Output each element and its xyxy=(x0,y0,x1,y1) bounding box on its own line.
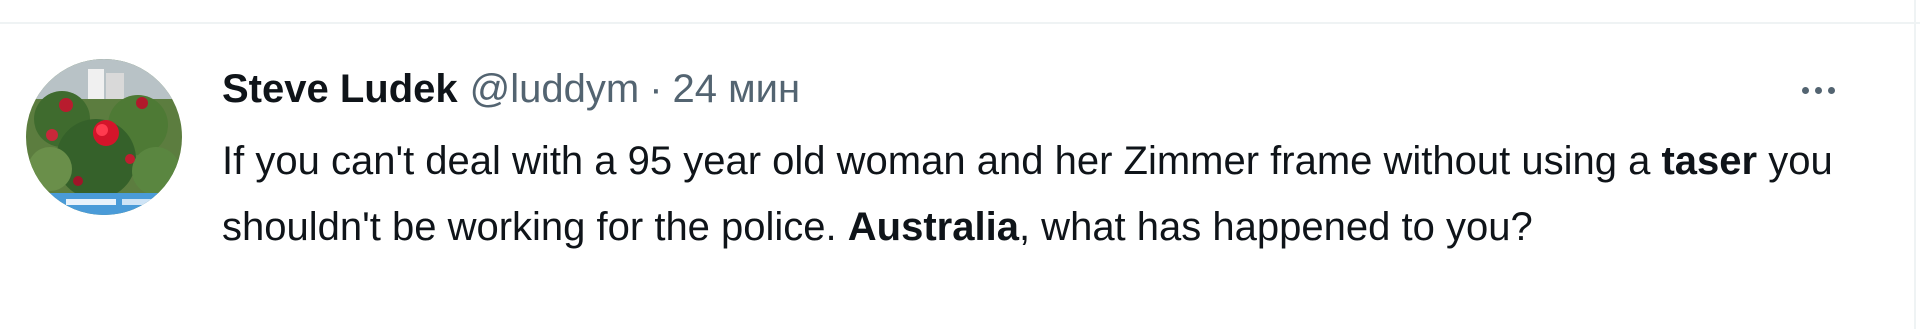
more-horizontal-icon xyxy=(1814,86,1822,94)
tweet-text-bold-taser: taser xyxy=(1661,139,1758,183)
more-options-button[interactable] xyxy=(1786,68,1850,112)
tweet-text-bold-australia: Australia xyxy=(847,205,1019,249)
tweet-text-part: If you can't deal with a 95 year old wom… xyxy=(222,139,1662,183)
tweet-text: If you can't deal with a 95 year old wom… xyxy=(222,128,1862,260)
more-horizontal-icon xyxy=(1827,86,1835,94)
author-handle[interactable]: @luddym xyxy=(470,62,640,116)
header-separator: · xyxy=(649,67,663,111)
more-horizontal-icon xyxy=(1801,86,1809,94)
tweet-header: Steve Ludek @luddym · 24 мин xyxy=(222,62,1862,116)
tweet-content: Steve Ludek @luddym · 24 мин If you can'… xyxy=(222,62,1862,260)
tweet-timestamp[interactable]: 24 мин xyxy=(673,62,801,116)
tweet[interactable]: Steve Ludek @luddym · 24 мин If you can'… xyxy=(0,24,1912,329)
avatar[interactable] xyxy=(26,59,182,215)
previous-tweet-divider xyxy=(0,0,1920,24)
timeline-right-border xyxy=(1914,0,1916,329)
tweet-text-part: , what has happened to you? xyxy=(1018,205,1533,249)
avatar-photo-red-roses xyxy=(26,59,182,215)
author-name[interactable]: Steve Ludek xyxy=(222,62,458,116)
